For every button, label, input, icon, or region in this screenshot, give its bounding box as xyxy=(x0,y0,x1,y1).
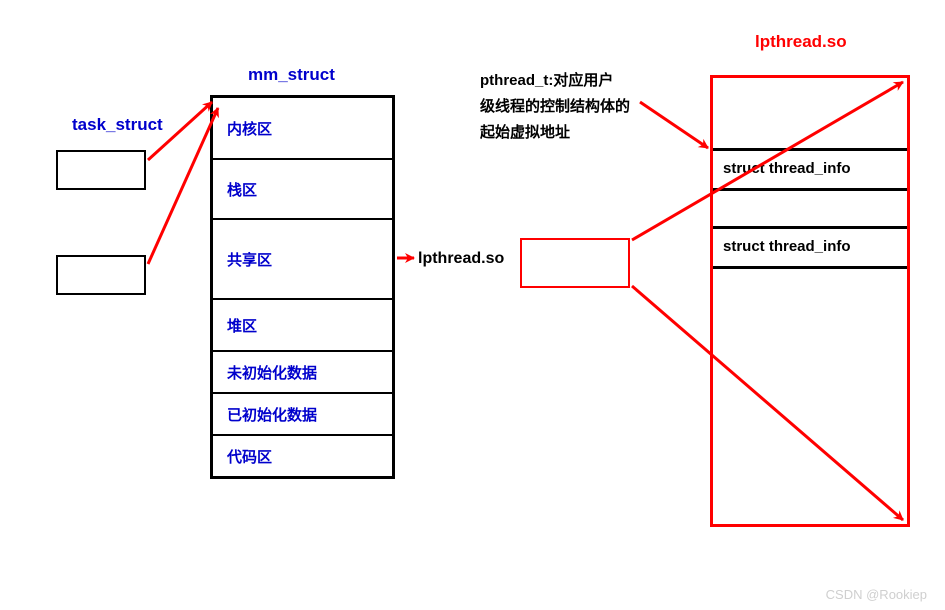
mm-region-heap: 堆区 xyxy=(213,298,392,350)
lp-divider-2 xyxy=(713,188,907,191)
mm-region-code: 代码区 xyxy=(213,434,392,476)
lp-divider-1 xyxy=(713,148,907,151)
pthread-t-line1: pthread_t:对应用户 xyxy=(480,68,630,94)
mm-struct-table: 内核区 栈区 共享区 堆区 未初始化数据 已初始化数据 代码区 xyxy=(210,95,395,479)
lp-divider-4 xyxy=(713,266,907,269)
task-struct-box-2 xyxy=(56,255,146,295)
pthread-t-line3: 起始虚拟地址 xyxy=(480,120,630,146)
mm-region-bss: 未初始化数据 xyxy=(213,350,392,392)
pthread-t-line2: 级线程的控制结构体的 xyxy=(480,94,630,120)
lpthread-so-title: lpthread.so xyxy=(755,32,847,52)
lpthread-so-mid-label: lpthread.so xyxy=(418,250,504,268)
mm-region-kernel: 内核区 xyxy=(213,98,392,158)
lp-divider-3 xyxy=(713,226,907,229)
task-struct-box-1 xyxy=(56,150,146,190)
mm-region-stack: 栈区 xyxy=(213,158,392,218)
shared-region-outline xyxy=(520,238,630,288)
mm-region-data: 已初始化数据 xyxy=(213,392,392,434)
mm-struct-label: mm_struct xyxy=(248,65,335,85)
pthread-t-description: pthread_t:对应用户 级线程的控制结构体的 起始虚拟地址 xyxy=(480,68,630,146)
mm-region-shared: 共享区 xyxy=(213,218,392,298)
task-struct-label: task_struct xyxy=(72,115,163,135)
watermark: CSDN @Rookiep xyxy=(826,587,927,602)
thread-info-1: struct thread_info xyxy=(723,160,851,177)
lpthread-so-table: struct thread_info struct thread_info xyxy=(710,75,910,527)
thread-info-2: struct thread_info xyxy=(723,238,851,255)
arrow-pthread-to-info xyxy=(640,102,708,148)
